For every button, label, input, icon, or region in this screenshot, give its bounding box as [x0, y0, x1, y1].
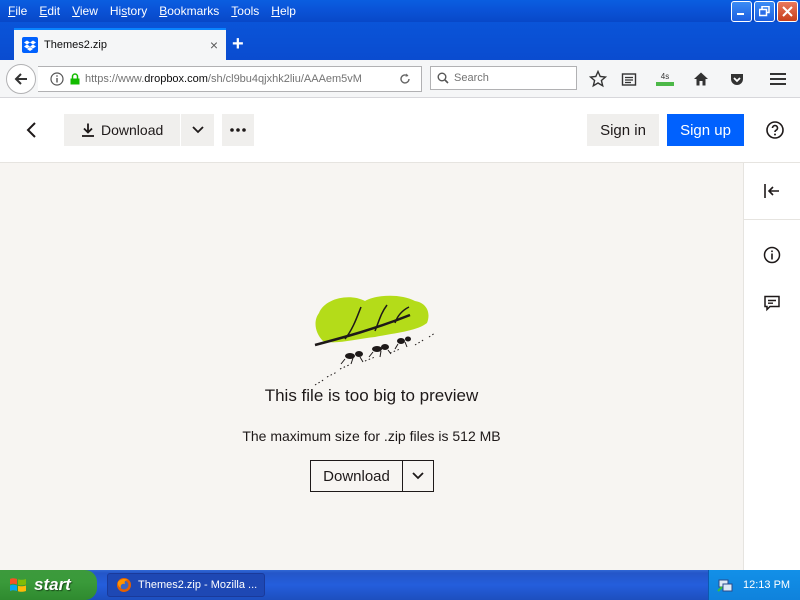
start-button[interactable]: start [0, 570, 97, 600]
window-controls [731, 1, 798, 22]
hamburger-menu-icon[interactable] [768, 69, 788, 89]
taskbar-item-label: Themes2.zip - Mozilla ... [138, 579, 258, 591]
search-icon [437, 72, 449, 84]
network-icon[interactable] [717, 577, 733, 593]
close-window-button[interactable] [777, 1, 798, 22]
menu-item[interactable]: View [68, 0, 106, 22]
restore-icon [759, 6, 770, 17]
url-bar[interactable]: https://www.dropbox.com/sh/cl9bu4qjxhk2l… [38, 66, 422, 92]
url-text: https://www.dropbox.com/sh/cl9bu4qjxhk2l… [85, 73, 362, 85]
new-tab-button[interactable]: + [232, 32, 244, 56]
sign-up-button[interactable]: Sign up [667, 114, 744, 146]
back-button[interactable] [6, 64, 36, 94]
menu-item[interactable]: History [106, 0, 155, 22]
taskbar-item-firefox[interactable]: Themes2.zip - Mozilla ... [107, 573, 265, 597]
minimize-button[interactable] [731, 1, 752, 22]
close-icon [782, 6, 793, 17]
help-icon[interactable] [765, 120, 785, 140]
sync-badge-icon[interactable]: 4s [654, 69, 676, 89]
side-panel-divider [744, 219, 800, 220]
menu-item[interactable]: Tools [227, 0, 267, 22]
tab-title: Themes2.zip [44, 39, 107, 51]
download-icon [82, 123, 94, 137]
collapse-panel-icon[interactable] [762, 181, 782, 201]
search-bar[interactable]: Search [430, 66, 577, 90]
preview-message-subtitle: The maximum size for .zip files is 512 M… [242, 428, 501, 444]
chevron-down-icon [191, 126, 204, 134]
tab-themes2[interactable]: Themes2.zip × [14, 28, 226, 60]
tab-close-icon[interactable]: × [210, 37, 218, 53]
chevron-down-icon [412, 472, 424, 480]
title-menu-bar: File Edit View History Bookmarks Tools Help [0, 0, 800, 22]
header-download-button[interactable]: Download [64, 114, 181, 146]
start-label: start [34, 575, 71, 594]
menu-item[interactable]: Help [267, 0, 304, 22]
info-icon[interactable] [762, 245, 782, 265]
side-panel [743, 163, 800, 570]
content-download-dropdown[interactable] [403, 461, 433, 491]
leaf-ants-illustration [314, 295, 436, 386]
reading-list-icon[interactable] [619, 69, 639, 89]
search-input[interactable]: Search [454, 72, 489, 84]
windows-taskbar: start Themes2.zip - Mozilla ... 12:13 PM [0, 570, 800, 600]
menu-item[interactable]: File [4, 0, 35, 22]
restore-button[interactable] [754, 1, 775, 22]
chevron-left-icon[interactable] [22, 120, 42, 140]
bookmark-star-icon[interactable] [588, 69, 608, 89]
comment-icon[interactable] [762, 293, 782, 313]
more-options-button[interactable] [222, 114, 254, 146]
preview-area: This file is too big to preview The maxi… [0, 163, 743, 570]
header-download-label: Download [101, 122, 164, 138]
sign-in-button[interactable]: Sign in [587, 114, 659, 146]
menu-item[interactable]: Bookmarks [155, 0, 227, 22]
home-icon[interactable] [691, 69, 711, 89]
content-download-button[interactable]: Download [311, 461, 403, 491]
menu-item[interactable]: Edit [35, 0, 68, 22]
reload-icon[interactable] [398, 72, 412, 86]
pocket-icon[interactable] [727, 69, 747, 89]
header-download-split-button: Download [64, 114, 214, 146]
preview-message-title: This file is too big to preview [264, 386, 479, 405]
lock-icon[interactable] [69, 73, 81, 85]
info-icon[interactable] [50, 72, 64, 86]
tab-strip: Themes2.zip × + [0, 22, 800, 60]
content-download-split-button: Download [310, 460, 434, 492]
minimize-icon [737, 13, 744, 15]
dropbox-favicon-icon [22, 37, 38, 53]
dropbox-header: Download Sign in Sign up [0, 98, 800, 163]
clock: 12:13 PM [743, 579, 791, 591]
menu-bar: File Edit View History Bookmarks Tools Help [0, 0, 304, 22]
system-tray: 12:13 PM [708, 570, 800, 600]
firefox-icon [117, 578, 131, 592]
navigation-toolbar: https://www.dropbox.com/sh/cl9bu4qjxhk2l… [0, 60, 800, 98]
ellipsis-icon [230, 128, 246, 132]
windows-logo-icon [10, 578, 26, 592]
back-arrow-icon [14, 73, 27, 85]
header-download-dropdown[interactable] [181, 114, 214, 146]
